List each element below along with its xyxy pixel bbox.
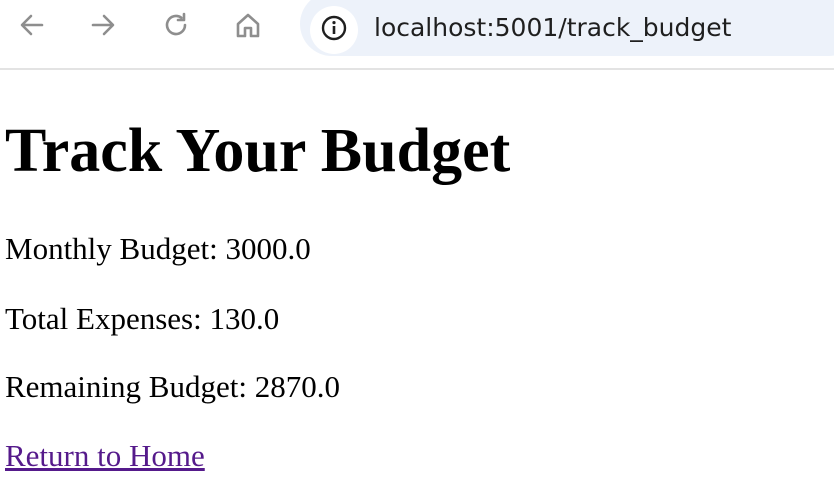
reload-button[interactable] (157, 6, 195, 44)
home-button[interactable] (229, 6, 267, 44)
info-icon (320, 14, 348, 47)
forward-button[interactable] (84, 6, 122, 44)
monthly-budget-label: Monthly Budget: (5, 231, 226, 266)
return-home-link[interactable]: Return to Home (5, 436, 205, 476)
remaining-budget-value: 2870.0 (254, 369, 340, 404)
page-title: Track Your Budget (5, 117, 511, 185)
home-icon (234, 11, 262, 39)
monthly-budget-line: Monthly Budget: 3000.0 (5, 229, 311, 269)
browser-toolbar: localhost:5001/track_budget (0, 0, 834, 70)
page-content: Track Your Budget Monthly Budget: 3000.0… (0, 70, 834, 504)
remaining-budget-line: Remaining Budget: 2870.0 (5, 367, 340, 407)
monthly-budget-value: 3000.0 (225, 231, 311, 266)
back-arrow-icon (18, 11, 46, 39)
remaining-budget-label: Remaining Budget: (5, 369, 255, 404)
site-info-button[interactable] (310, 6, 358, 54)
reload-icon (162, 11, 190, 39)
address-bar[interactable]: localhost:5001/track_budget (300, 0, 834, 56)
url-text[interactable]: localhost:5001/track_budget (374, 11, 731, 45)
total-expenses-label: Total Expenses: (5, 301, 210, 336)
total-expenses-line: Total Expenses: 130.0 (5, 299, 279, 339)
total-expenses-value: 130.0 (209, 301, 280, 336)
back-button[interactable] (13, 6, 51, 44)
forward-arrow-icon (89, 11, 117, 39)
